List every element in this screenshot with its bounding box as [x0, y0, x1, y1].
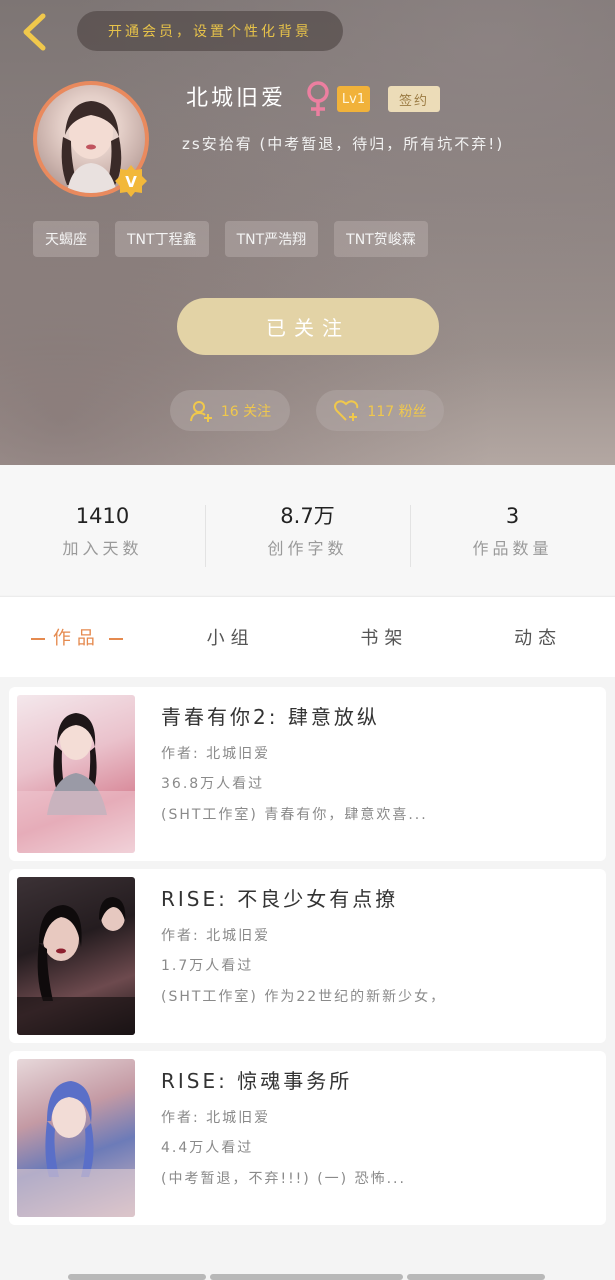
tab-bookshelf[interactable]: 书架: [308, 624, 462, 650]
book-card[interactable]: 青春有你2: 肆意放纵 作者: 北城旧爱 36.8万人看过 (SHT工作室) 青…: [9, 687, 606, 861]
stat-works-count: 3 作品数量: [410, 501, 615, 567]
book-title: RISE: 惊魂事务所: [161, 1069, 353, 1093]
stat-value: 3: [505, 504, 520, 528]
back-button[interactable]: [14, 10, 54, 54]
vip-background-banner[interactable]: 开通会员，设置个性化背景: [77, 11, 343, 51]
svg-text:V: V: [125, 173, 137, 191]
home-indicator: [210, 1274, 403, 1280]
book-title: 青春有你2: 肆意放纵: [161, 705, 380, 729]
stat-value: 1410: [75, 504, 130, 528]
tab-activity[interactable]: 动态: [461, 624, 615, 650]
profile-bio: zs安拾宥 (中考暂退，待归，所有坑不弃!): [182, 135, 505, 153]
book-views: 4.4万人看过: [161, 1140, 254, 1156]
works-list: 青春有你2: 肆意放纵 作者: 北城旧爱 36.8万人看过 (SHT工作室) 青…: [9, 687, 606, 1233]
tab-label: 书架: [360, 628, 409, 649]
tab-label: 作品: [52, 628, 101, 649]
stat-label: 加入天数: [62, 539, 143, 558]
heart-plus-icon: [334, 399, 359, 421]
tag-item[interactable]: 天蝎座: [33, 221, 99, 257]
book-author: 作者: 北城旧爱: [161, 928, 271, 944]
book-author: 作者: 北城旧爱: [161, 1110, 271, 1126]
stat-label: 创作字数: [267, 539, 348, 558]
profile-header: 开通会员，设置个性化背景 V 北城旧爱 Lv1 签约 zs安拾宥 (中考暂退，待…: [0, 0, 615, 465]
tag-item[interactable]: TNT严浩翔: [224, 221, 319, 257]
book-author: 作者: 北城旧爱: [161, 746, 271, 762]
followed-button[interactable]: 已关注: [177, 298, 439, 355]
book-cover: [17, 695, 135, 853]
book-description: (中考暂退，不弃!!!) (一) 恐怖...: [161, 1171, 406, 1187]
add-user-icon: [189, 400, 212, 422]
book-views: 36.8万人看过: [161, 776, 265, 792]
book-cover: [17, 1059, 135, 1217]
book-card[interactable]: RISE: 不良少女有点撩 作者: 北城旧爱 1.7万人看过 (SHT工作室) …: [9, 869, 606, 1043]
tab-groups[interactable]: 小组: [154, 624, 308, 650]
stat-days-joined: 1410 加入天数: [0, 501, 205, 559]
verified-v-icon: V: [115, 165, 147, 197]
fans-count-label: 117 粉丝: [367, 403, 427, 420]
stat-word-count: 8.7万 创作字数: [205, 501, 410, 567]
fans-count-button[interactable]: 117 粉丝: [316, 390, 444, 431]
female-gender-icon: [307, 81, 329, 116]
home-indicator: [407, 1274, 545, 1280]
level-badge: Lv1: [337, 86, 370, 112]
tab-label: 小组: [206, 628, 255, 649]
tag-item[interactable]: TNT丁程鑫: [115, 221, 209, 257]
stat-value: 8.7万: [280, 504, 335, 528]
home-indicator: [68, 1274, 206, 1280]
signed-badge: 签约: [388, 86, 440, 112]
tag-item[interactable]: TNT贺峻霖: [334, 221, 428, 257]
following-count-label: 16 关注: [220, 403, 272, 420]
stats-bar: 1410 加入天数 8.7万 创作字数 3 作品数量: [0, 465, 615, 595]
book-card[interactable]: RISE: 惊魂事务所 作者: 北城旧爱 4.4万人看过 (中考暂退，不弃!!!…: [9, 1051, 606, 1225]
book-views: 1.7万人看过: [161, 958, 254, 974]
following-count-button[interactable]: 16 关注: [170, 390, 290, 431]
book-title: RISE: 不良少女有点撩: [161, 887, 399, 911]
chevron-left-icon: [23, 13, 46, 51]
book-description: (SHT工作室) 青春有你，肆意欢喜...: [161, 807, 428, 823]
username: 北城旧爱: [186, 86, 287, 111]
book-cover: [17, 877, 135, 1035]
tab-label: 动态: [514, 628, 563, 649]
book-description: (SHT工作室) 作为22世纪的新新少女，: [161, 989, 447, 1005]
profile-tags: 天蝎座 TNT丁程鑫 TNT严浩翔 TNT贺峻霖: [33, 221, 428, 257]
tab-works[interactable]: 作品: [0, 624, 154, 650]
stat-label: 作品数量: [472, 539, 553, 558]
profile-tabs: 作品 小组 书架 动态: [0, 596, 615, 677]
